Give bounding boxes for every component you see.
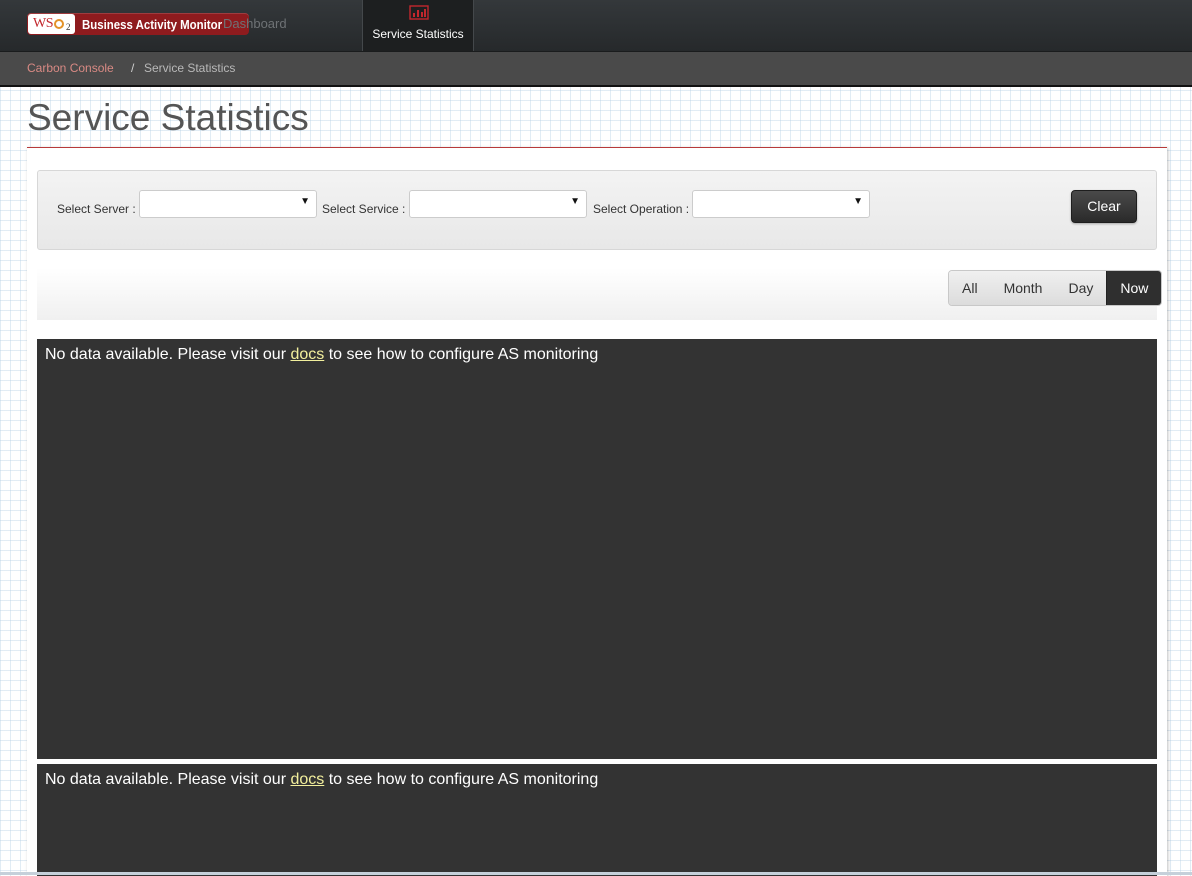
main-panel: Select Server : ▼ Select Service : ▼ Sel… — [27, 147, 1167, 876]
message-text: to see how to configure AS monitoring — [328, 771, 599, 788]
no-data-message: No data available. Please visit our docs… — [45, 771, 598, 789]
message-text: to see how to configure AS monitoring — [328, 346, 599, 363]
server-label: Select Server : — [57, 202, 136, 216]
breadcrumb-separator: / — [131, 61, 135, 75]
chevron-down-icon: ▼ — [300, 196, 310, 207]
brand-name: Business Activity Monitor — [82, 16, 223, 32]
operation-label: Select Operation : — [593, 202, 690, 216]
filter-bar: Select Server : ▼ Select Service : ▼ Sel… — [37, 170, 1157, 250]
time-range-buttons: All Month Day Now — [948, 270, 1163, 306]
chart-panel-1: No data available. Please visit our docs… — [37, 339, 1157, 759]
chevron-down-icon: ▼ — [853, 196, 863, 207]
time-range-bar: All Month Day Now — [37, 268, 1163, 320]
page-title: Service Statistics — [27, 97, 309, 138]
docs-link[interactable]: docs — [290, 346, 324, 363]
operation-select[interactable]: ▼ — [692, 190, 870, 218]
no-data-message: No data available. Please visit our docs… — [45, 346, 598, 364]
message-text: No data available. Please visit our — [45, 346, 287, 363]
chevron-down-icon: ▼ — [570, 196, 580, 207]
service-select[interactable]: ▼ — [409, 190, 587, 218]
logo-ring-icon — [54, 19, 64, 29]
range-day-button[interactable]: Day — [1055, 271, 1107, 305]
docs-link[interactable]: docs — [290, 771, 324, 788]
chart-panel-2: No data available. Please visit our docs… — [37, 764, 1157, 876]
service-label: Select Service : — [322, 202, 406, 216]
nav-tab-label: Service Statistics — [372, 27, 464, 41]
range-month-button[interactable]: Month — [990, 271, 1056, 305]
wso2-logo: WS 2 — [28, 14, 75, 34]
breadcrumb: Carbon Console / Service Statistics — [0, 52, 1192, 87]
top-navbar: WS 2 Business Activity Monitor Dashboard … — [0, 0, 1192, 52]
brand-logo[interactable]: WS 2 Business Activity Monitor — [27, 13, 250, 35]
breadcrumb-carbon-console[interactable]: Carbon Console — [27, 61, 114, 75]
nav-tab-service-statistics[interactable]: Service Statistics — [362, 0, 474, 51]
bar-chart-icon — [409, 5, 429, 20]
range-all-button[interactable]: All — [949, 271, 991, 305]
server-select[interactable]: ▼ — [139, 190, 317, 218]
clear-button[interactable]: Clear — [1071, 190, 1137, 223]
breadcrumb-current: Service Statistics — [144, 61, 236, 75]
nav-dashboard-link[interactable]: Dashboard — [223, 16, 287, 31]
range-now-button[interactable]: Now — [1106, 271, 1162, 305]
message-text: No data available. Please visit our — [45, 771, 287, 788]
